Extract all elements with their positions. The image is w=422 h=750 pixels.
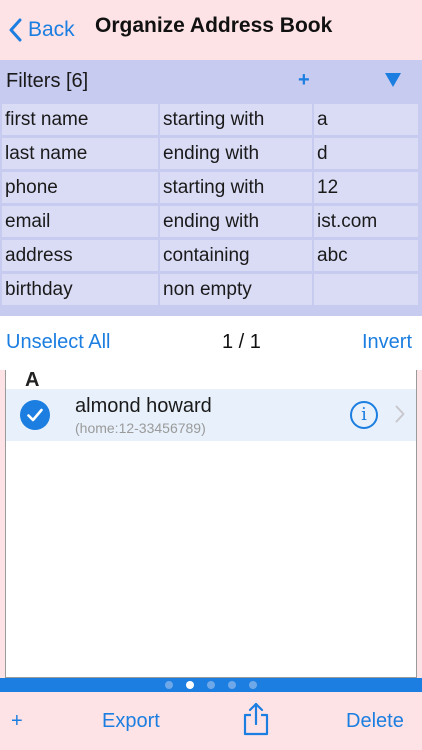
filter-value[interactable]: abc [314,240,418,271]
page-dot[interactable] [249,681,257,689]
filter-value[interactable] [314,274,418,305]
back-label: Back [28,18,75,41]
delete-button[interactable]: Delete [346,710,404,733]
back-button[interactable]: Back [8,13,75,47]
filter-value[interactable]: d [314,138,418,169]
info-icon[interactable]: i [350,401,378,429]
filter-operator[interactable]: ending with [160,206,312,237]
contact-detail: (home:12-33456789) [75,420,206,436]
filters-header[interactable]: Filters [6] + [0,60,422,102]
filter-value[interactable]: 12 [314,172,418,203]
filter-field[interactable]: birthday [2,274,158,305]
filter-field[interactable]: last name [2,138,158,169]
page-dot[interactable] [207,681,215,689]
add-filter-button[interactable]: + [298,69,310,92]
contact-list[interactable]: A almond howard (home:12-33456789) i [5,369,417,678]
bottom-toolbar: + Export Delete [0,692,422,750]
checkmark-icon[interactable] [20,400,50,430]
unselect-all-button[interactable]: Unselect All [6,331,111,354]
chevron-right-icon [395,405,405,423]
collapse-triangle-icon[interactable] [385,73,401,92]
contact-row[interactable]: almond howard (home:12-33456789) i [6,389,416,441]
invert-button[interactable]: Invert [362,331,412,354]
contact-name: almond howard [75,395,212,417]
filter-value[interactable]: ist.com [314,206,418,237]
filter-field[interactable]: first name [2,104,158,135]
filter-field[interactable]: address [2,240,158,271]
page-indicator[interactable] [0,678,422,692]
filter-operator[interactable]: starting with [160,172,312,203]
filter-operator[interactable]: non empty [160,274,312,305]
export-button[interactable]: Export [102,710,160,733]
filters-panel: Filters [6] + first name starting with a… [0,60,422,316]
filter-field[interactable]: phone [2,172,158,203]
add-button[interactable]: + [11,710,23,733]
page-dot[interactable] [228,681,236,689]
page-dot[interactable] [165,681,173,689]
filter-field[interactable]: email [2,206,158,237]
filter-operator[interactable]: containing [160,240,312,271]
filter-operator[interactable]: ending with [160,138,312,169]
selection-bar: Unselect All 1 / 1 Invert [0,316,422,370]
selection-counter: 1 / 1 [222,331,261,353]
share-icon[interactable] [243,702,269,742]
page-title: Organize Address Book [95,14,333,37]
chevron-left-icon [9,18,22,42]
page-dot-active[interactable] [186,681,194,689]
navigation-bar: Back Organize Address Book [0,0,422,60]
filters-title: Filters [6] [6,70,89,92]
filter-operator[interactable]: starting with [160,104,312,135]
filter-value[interactable]: a [314,104,418,135]
